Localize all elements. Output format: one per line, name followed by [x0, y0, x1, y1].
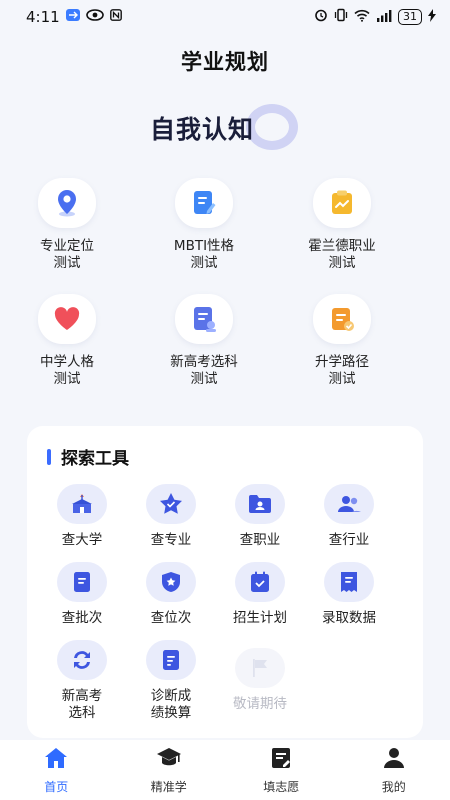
people-icon — [324, 484, 374, 524]
tool-label: 查大学 — [61, 532, 103, 548]
tool-label: 敬请期待 — [233, 696, 287, 712]
document-edit-icon — [175, 178, 233, 228]
self-knowledge-title: 自我认知 — [150, 115, 255, 144]
form-icon — [269, 746, 293, 774]
nav-fill-application[interactable]: 填志愿 — [225, 740, 338, 800]
explore-title-text: 探索工具 — [61, 449, 129, 469]
tool-label: 查专业 — [150, 532, 192, 548]
tool-label: 招生计划 — [233, 610, 287, 626]
tool-label: 查位次 — [150, 610, 192, 626]
tool-label: 查批次 — [61, 610, 103, 626]
eye-icon — [85, 9, 104, 25]
explore-tools-card: 探索工具 查大学 查专业 查职业 查行业 查批次 查位次 招生计划 录取数据 新… — [27, 426, 423, 738]
test-label: MBTI性格 测试 — [173, 238, 235, 271]
tool-new-gaokao-subjects[interactable]: 新高考 选科 — [37, 640, 127, 722]
graduation-cap-icon — [156, 746, 182, 774]
tool-search-major[interactable]: 查专业 — [126, 484, 216, 549]
tool-label: 新高考 选科 — [61, 688, 103, 721]
nav-label: 首页 — [44, 780, 69, 794]
tool-search-career[interactable]: 查职业 — [215, 484, 305, 549]
charging-icon — [428, 8, 436, 26]
tool-admission-data[interactable]: 录取数据 — [304, 562, 394, 627]
tool-search-university[interactable]: 查大学 — [37, 484, 127, 549]
shield-star-icon — [146, 562, 196, 602]
test-holland[interactable]: 霍兰德职业 测试 — [272, 178, 412, 272]
tool-enrollment-plan[interactable]: 招生计划 — [215, 562, 305, 627]
status-time: 4:11 — [26, 8, 60, 26]
nfc-icon — [109, 9, 122, 25]
nav-label: 填志愿 — [263, 780, 300, 794]
self-knowledge-banner: 自我认知 — [150, 104, 310, 150]
checklist-icon — [313, 294, 371, 344]
tool-label: 查职业 — [239, 532, 281, 548]
test-label: 新高考选科 测试 — [170, 354, 238, 387]
nav-profile[interactable]: 我的 — [338, 740, 450, 800]
test-new-gaokao-subjects[interactable]: 新高考选科 测试 — [134, 294, 274, 388]
tool-coming-soon: 敬请期待 — [215, 648, 305, 713]
test-major-positioning[interactable]: 专业定位 测试 — [0, 178, 137, 272]
nav-precise-learning[interactable]: 精准学 — [113, 740, 226, 800]
test-label: 升学路径 测试 — [315, 354, 369, 387]
alarm-icon — [314, 8, 328, 26]
university-icon — [57, 484, 107, 524]
bottom-nav: 首页 精准学 填志愿 我的 — [0, 740, 450, 800]
explore-tools-title: 探索工具 — [47, 444, 129, 469]
test-label: 中学人格 测试 — [40, 354, 94, 387]
flag-icon — [235, 648, 285, 688]
tool-score-conversion[interactable]: 诊断成 绩换算 — [126, 640, 216, 722]
signal-icon — [376, 8, 392, 26]
refresh-icon — [57, 640, 107, 680]
star-badge-icon — [146, 484, 196, 524]
id-folder-icon — [235, 484, 285, 524]
nav-label: 我的 — [381, 780, 406, 794]
test-mbti[interactable]: MBTI性格 测试 — [134, 178, 274, 272]
title-accent-bar — [47, 448, 51, 465]
test-middle-school-personality[interactable]: 中学人格 测试 — [0, 294, 137, 388]
report-icon — [146, 640, 196, 680]
tool-label: 诊断成 绩换算 — [150, 688, 192, 721]
tool-label: 查行业 — [328, 532, 370, 548]
vibrate-icon — [334, 8, 348, 26]
profile-card-icon — [175, 294, 233, 344]
receipt-icon — [324, 562, 374, 602]
nav-label: 精准学 — [150, 780, 187, 794]
tool-search-batch[interactable]: 查批次 — [37, 562, 127, 627]
calendar-check-icon — [235, 562, 285, 602]
user-icon — [382, 746, 406, 774]
home-icon — [43, 746, 69, 774]
test-advancement-path[interactable]: 升学路径 测试 — [272, 294, 412, 388]
heart-icon — [38, 294, 96, 344]
test-label: 专业定位 测试 — [40, 238, 94, 271]
test-label: 霍兰德职业 测试 — [308, 238, 376, 271]
page-title: 学业规划 — [181, 50, 269, 74]
battery-indicator: 31 — [398, 9, 422, 25]
tool-label: 录取数据 — [322, 610, 376, 626]
chart-clipboard-icon — [313, 178, 371, 228]
wifi-icon — [354, 8, 370, 26]
status-right: 31 — [314, 8, 436, 26]
tool-search-rank[interactable]: 查位次 — [126, 562, 216, 627]
notification-app-icon — [65, 9, 80, 25]
status-left: 4:11 — [26, 8, 122, 26]
status-bar: 4:11 31 — [0, 0, 450, 34]
tool-search-industry[interactable]: 查行业 — [304, 484, 394, 549]
document-icon — [57, 562, 107, 602]
location-pin-icon — [38, 178, 96, 228]
nav-home[interactable]: 首页 — [0, 740, 113, 800]
